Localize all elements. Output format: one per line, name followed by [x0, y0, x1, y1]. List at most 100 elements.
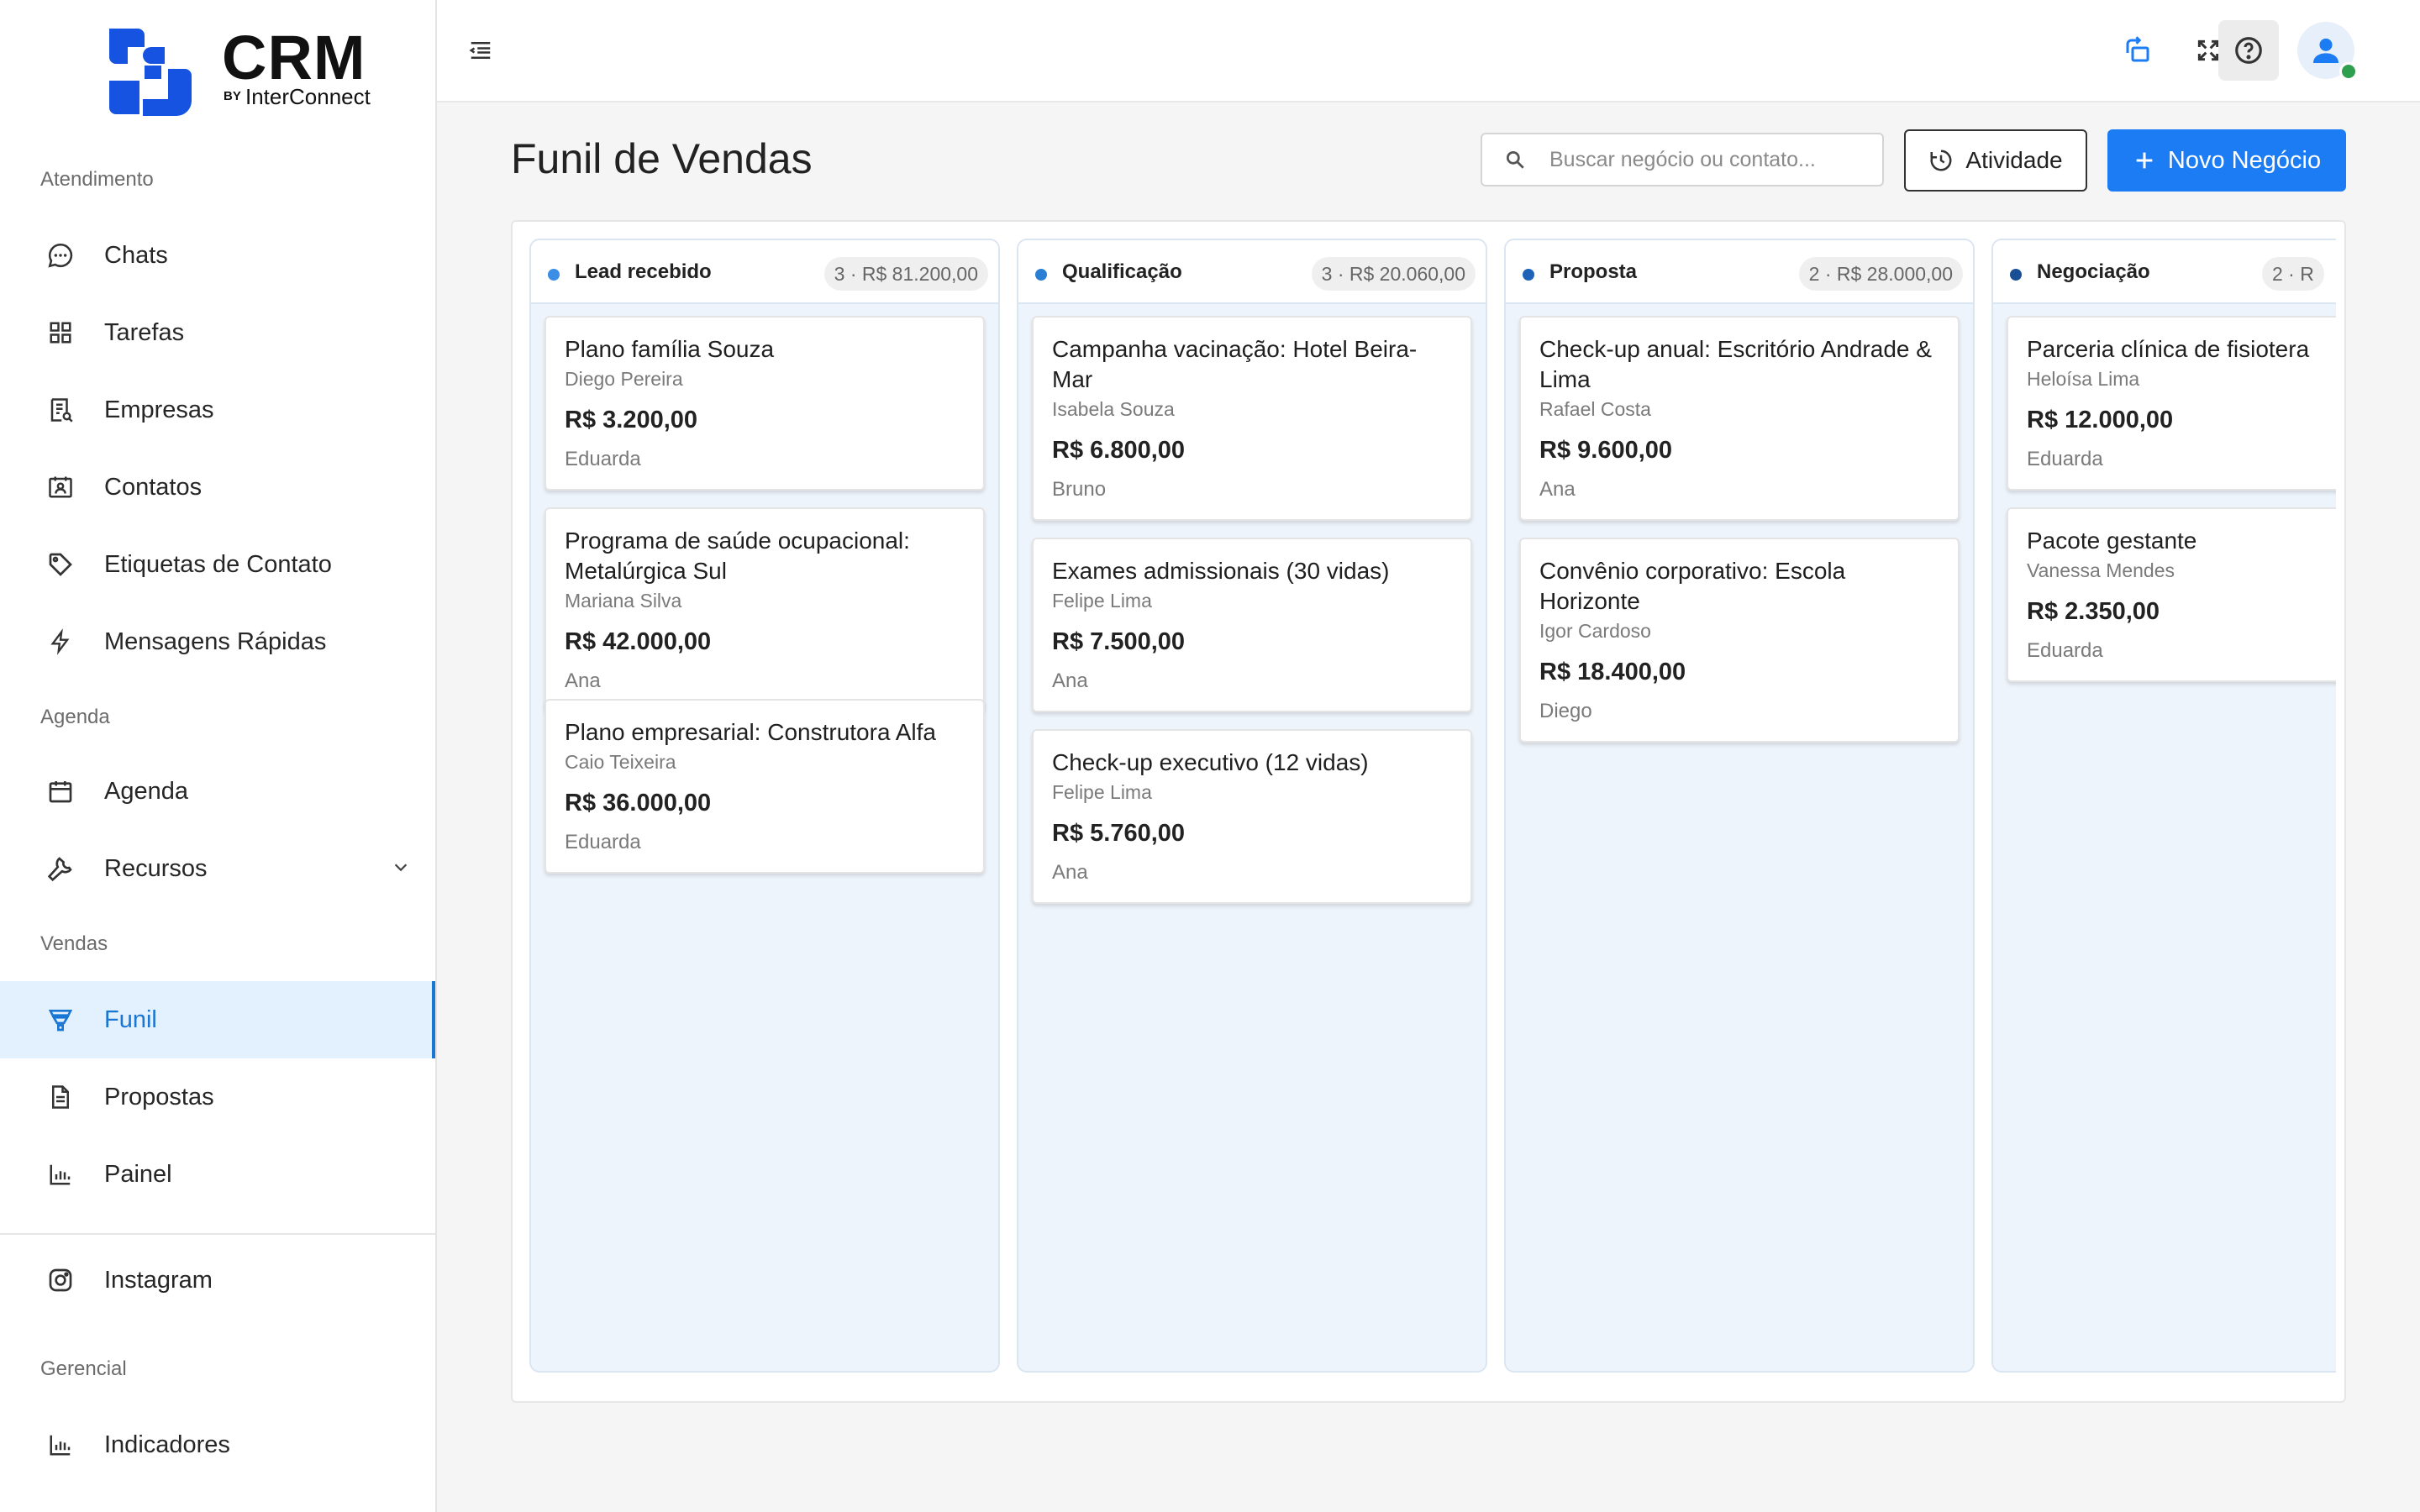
deal-card[interactable]: Check-up executivo (12 vidas) Felipe Lim…: [1032, 729, 1472, 904]
sidebar-item-mensagens-rapidas[interactable]: Mensagens Rápidas: [0, 603, 435, 680]
online-status-dot: [2339, 62, 2358, 81]
deal-contact: Rafael Costa: [1539, 398, 1651, 420]
deal-contact: Isabela Souza: [1052, 398, 1175, 420]
brand-title: CRM: [222, 23, 366, 92]
chevron-down-icon[interactable]: [392, 855, 410, 883]
deal-contact: Vanessa Mendes: [2027, 559, 2175, 581]
deal-title: Check-up anual: Escritório Andrade & Lim…: [1539, 336, 1932, 392]
deal-card[interactable]: Programa de saúde ocupacional: Metalúrgi…: [544, 507, 985, 712]
deal-owner: Bruno: [1052, 478, 1107, 501]
deal-card[interactable]: Parceria clínica de fisiotera Heloísa Li…: [2007, 316, 2336, 491]
search-icon: [1504, 149, 1526, 171]
deal-card[interactable]: Exames admissionais (30 vidas) Felipe Li…: [1032, 538, 1472, 712]
column-title: Qualificação: [1062, 260, 1182, 283]
deal-title: Exames admissionais (30 vidas): [1052, 558, 1390, 584]
deal-value: R$ 2.350,00: [2027, 598, 2160, 625]
deal-value: R$ 5.760,00: [1052, 820, 1186, 847]
sidebar-item-tarefas[interactable]: Tarefas: [0, 294, 435, 371]
brand-subtitle: InterConnect: [245, 84, 371, 109]
deal-owner: Diego: [1539, 700, 1592, 722]
deal-value: R$ 9.600,00: [1539, 437, 1673, 464]
deal-title: Programa de saúde ocupacional: Metalúrgi…: [565, 528, 910, 584]
search-input[interactable]: [1548, 146, 1870, 173]
column-status-dot: [1035, 269, 1047, 281]
new-deal-button-label: Novo Negócio: [2167, 146, 2322, 174]
deal-contact: Igor Cardoso: [1539, 620, 1651, 642]
deal-card[interactable]: Campanha vacinação: Hotel Beira-Mar Isab…: [1032, 316, 1472, 521]
section-agenda: Agenda: [40, 706, 110, 728]
deal-contact: Heloísa Lima: [2027, 368, 2140, 390]
sidebar-item-label: Tarefas: [104, 318, 185, 346]
sidebar-item-label: Chats: [104, 241, 168, 269]
deal-title: Check-up executivo (12 vidas): [1052, 749, 1369, 775]
sidebar-item-etiquetas[interactable]: Etiquetas de Contato: [0, 526, 435, 603]
sidebar-item-agenda[interactable]: Agenda: [0, 753, 435, 830]
column-count-badge: 3 · R$ 81.200,00: [823, 257, 988, 291]
column-header: Negociação 2 · R: [1993, 240, 2336, 304]
deal-title: Campanha vacinação: Hotel Beira-Mar: [1052, 336, 1418, 392]
wrench-icon: [44, 852, 77, 885]
activity-button-label: Atividade: [1965, 147, 2063, 173]
sidebar-item-label: Funil: [104, 1005, 157, 1033]
sidebar-item-chats[interactable]: Chats: [0, 217, 435, 294]
deal-owner: Ana: [565, 669, 601, 692]
deal-value: R$ 6.800,00: [1052, 437, 1186, 464]
bar-chart-icon: [44, 1158, 77, 1191]
deal-value: R$ 7.500,00: [1052, 628, 1186, 655]
help-icon[interactable]: [2218, 20, 2279, 81]
sidebar-item-funil[interactable]: Funil: [0, 981, 435, 1058]
sidebar-item-recursos[interactable]: Recursos: [0, 830, 435, 907]
deal-value: R$ 18.400,00: [1539, 659, 1686, 685]
tag-icon: [44, 548, 77, 581]
column-count-badge: 2 · R$ 28.000,00: [1798, 257, 1963, 291]
deal-owner: Ana: [1052, 861, 1088, 884]
deal-contact: Caio Teixeira: [565, 751, 676, 773]
section-atendimento: Atendimento: [40, 168, 154, 191]
search-box[interactable]: [1481, 133, 1884, 186]
refresh-window-icon[interactable]: [2107, 20, 2168, 81]
sidebar-item-label: Empresas: [104, 396, 214, 423]
company-icon: [44, 393, 77, 427]
sidebar-item-propostas[interactable]: Propostas: [0, 1058, 435, 1136]
bolt-icon: [44, 625, 77, 659]
activity-button[interactable]: Atividade: [1904, 129, 2087, 192]
deal-owner: Ana: [1539, 478, 1576, 501]
deal-value: R$ 3.200,00: [565, 407, 698, 433]
column-header: Qualificação 3 · R$ 20.060,00: [1018, 240, 1486, 304]
deal-card[interactable]: Plano empresarial: Construtora Alfa Caio…: [544, 699, 985, 874]
sidebar-item-label: Recursos: [104, 854, 208, 882]
sidebar-item-empresas[interactable]: Empresas: [0, 371, 435, 449]
deal-contact: Mariana Silva: [565, 590, 682, 612]
brand-logo[interactable]: CRM BY InterConnect: [106, 22, 375, 116]
sidebar-item-label: Etiquetas de Contato: [104, 550, 332, 578]
column-count-badge: 2 · R: [2262, 257, 2324, 291]
menu-collapse-icon[interactable]: [450, 20, 511, 81]
column-negociacao: Negociação 2 · R Parceria clínica de fis…: [1991, 239, 2336, 1373]
deal-title: Plano família Souza: [565, 336, 775, 362]
sidebar-item-contatos[interactable]: Contatos: [0, 449, 435, 526]
column-lead-recebido: Lead recebido 3 · R$ 81.200,00 Plano fam…: [529, 239, 1000, 1373]
column-status-dot: [548, 269, 560, 281]
section-gerencial: Gerencial: [40, 1357, 127, 1380]
deal-card[interactable]: Convênio corporativo: Escola Horizonte I…: [1519, 538, 1960, 743]
sidebar-item-label: Contatos: [104, 473, 203, 501]
deal-value: R$ 12.000,00: [2027, 407, 2174, 433]
calendar-icon: [44, 774, 77, 808]
bar-chart-icon: [44, 1428, 77, 1462]
sidebar-item-label: Instagram: [104, 1266, 213, 1294]
section-vendas: Vendas: [40, 932, 108, 955]
sidebar: CRM BY InterConnect Atendimento Chats Ta…: [0, 0, 437, 1512]
instagram-icon: [44, 1263, 77, 1297]
brand-by: BY: [224, 89, 241, 103]
sidebar-item-instagram[interactable]: Instagram: [0, 1242, 435, 1319]
column-title: Lead recebido: [575, 260, 712, 283]
sidebar-item-painel[interactable]: Painel: [0, 1136, 435, 1213]
deal-card[interactable]: Pacote gestante Vanessa Mendes R$ 2.350,…: [2007, 507, 2336, 682]
deal-card[interactable]: Check-up anual: Escritório Andrade & Lim…: [1519, 316, 1960, 521]
sidebar-item-indicadores[interactable]: Indicadores: [0, 1406, 435, 1483]
deal-card[interactable]: Plano família Souza Diego Pereira R$ 3.2…: [544, 316, 985, 491]
sidebar-item-label: Mensagens Rápidas: [104, 627, 327, 655]
deal-contact: Felipe Lima: [1052, 590, 1152, 612]
user-icon: [2313, 38, 2338, 63]
new-deal-button[interactable]: Novo Negócio: [2107, 129, 2346, 192]
